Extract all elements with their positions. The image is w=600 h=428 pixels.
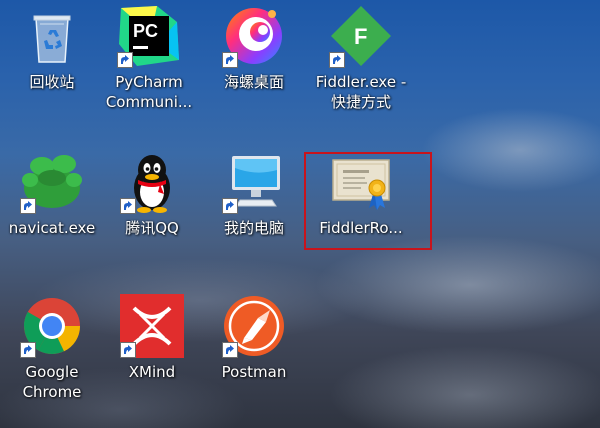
desktop-icon-hailuo[interactable]: 海螺桌面	[206, 4, 302, 92]
desktop-icon-recycle-bin[interactable]: 回收站	[4, 4, 100, 92]
desktop-icon-label: PyCharm Communi...	[105, 73, 193, 111]
navicat-icon	[20, 150, 84, 214]
shortcut-arrow-icon	[222, 342, 238, 358]
svg-text:PC: PC	[133, 21, 158, 41]
selection-highlight-box	[304, 152, 432, 250]
desktop-icon-postman[interactable]: Postman	[206, 294, 302, 382]
desktop-icon-label: 海螺桌面	[223, 73, 284, 91]
shortcut-arrow-icon	[329, 52, 345, 68]
xmind-icon	[120, 294, 184, 358]
computer-icon	[222, 150, 286, 214]
desktop-icon-label: 回收站	[29, 73, 75, 91]
desktop-icon-chrome[interactable]: Google Chrome	[4, 294, 100, 402]
desktop: 回收站 PC PyCharm Communi... 海螺桌面 F Fiddler…	[0, 0, 600, 428]
postman-icon	[222, 294, 286, 358]
shortcut-arrow-icon	[20, 342, 36, 358]
desktop-icon-label: Postman	[221, 363, 287, 381]
recycle-bin-icon	[20, 4, 84, 68]
shortcut-arrow-icon	[120, 342, 136, 358]
qq-penguin-icon	[120, 150, 184, 214]
desktop-icon-computer[interactable]: 我的电脑	[206, 150, 302, 238]
desktop-icon-label: XMind	[128, 363, 176, 381]
desktop-icon-label: Google Chrome	[22, 363, 82, 401]
desktop-icon-fiddler[interactable]: F Fiddler.exe - 快捷方式	[306, 4, 416, 112]
shortcut-arrow-icon	[20, 198, 36, 214]
fiddler-icon: F	[329, 4, 393, 68]
shortcut-arrow-icon	[117, 52, 133, 68]
desktop-icon-label: Fiddler.exe - 快捷方式	[315, 73, 407, 111]
desktop-icon-navicat[interactable]: navicat.exe	[4, 150, 100, 238]
shortcut-arrow-icon	[120, 198, 136, 214]
desktop-icon-label: 腾讯QQ	[125, 219, 179, 237]
hailuo-icon	[222, 4, 286, 68]
shortcut-arrow-icon	[222, 52, 238, 68]
desktop-icon-label: navicat.exe	[8, 219, 96, 237]
pycharm-icon: PC	[117, 4, 181, 68]
svg-text:F: F	[354, 24, 367, 49]
chrome-icon	[20, 294, 84, 358]
desktop-icon-pycharm[interactable]: PC PyCharm Communi...	[101, 4, 197, 112]
desktop-icon-label: 我的电脑	[223, 219, 284, 237]
desktop-icon-qq[interactable]: 腾讯QQ	[104, 150, 200, 238]
shortcut-arrow-icon	[222, 198, 238, 214]
desktop-icon-xmind[interactable]: XMind	[104, 294, 200, 382]
